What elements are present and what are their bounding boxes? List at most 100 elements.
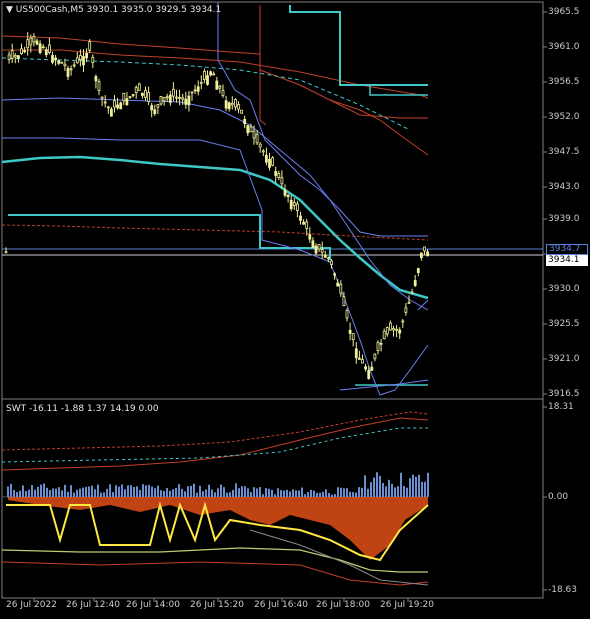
dropdown-arrow-icon[interactable]: ▼ [6, 5, 16, 15]
candle-body [392, 328, 395, 331]
candle-body [193, 89, 197, 92]
candle-body [215, 80, 219, 90]
candle-body [63, 63, 67, 67]
candle-body [230, 102, 234, 106]
time-axis-label: 26 Jul 14:00 [126, 600, 180, 610]
candle-body [116, 104, 119, 109]
candle-body [44, 49, 48, 55]
ask-price-tag: 3934.7 [546, 244, 588, 255]
candle-body [401, 320, 405, 323]
candle-body [122, 92, 126, 102]
time-axis-label: 26 Jul 19:20 [380, 600, 434, 610]
candle-body [144, 89, 147, 98]
blue-band-mid [1, 97, 429, 311]
candle-body [255, 133, 259, 144]
candle-body [13, 54, 17, 58]
red-step-line [259, 69, 428, 119]
candle-body [175, 96, 178, 99]
candle-body [364, 366, 368, 370]
candle-body [137, 83, 141, 91]
price-chart-canvas[interactable] [0, 0, 590, 619]
candle-body [354, 348, 358, 359]
candle-body [150, 105, 154, 111]
candle-body [190, 91, 194, 94]
candle-body [196, 86, 200, 92]
candle-body [79, 55, 82, 60]
indicator-axis-label: -18.63 [548, 585, 578, 595]
candle-body [82, 56, 85, 66]
time-axis-label: 26 Jul 15:20 [190, 600, 244, 610]
teal-lower-step [8, 214, 331, 260]
candle-body [162, 96, 166, 102]
candle-body [16, 55, 20, 59]
indicator-title: SWT -16.11 -1.88 1.37 14.19 0.00 [6, 404, 159, 414]
candle-body [54, 57, 57, 61]
candle-body [131, 93, 135, 96]
time-axis-label: 26 Jul 12:40 [66, 600, 120, 610]
candle-body [249, 126, 253, 133]
candle-body [292, 202, 296, 206]
candle-body [206, 75, 209, 85]
candle-body [184, 98, 188, 105]
price-axis-label: 3943.0 [548, 182, 580, 192]
indicator-axis-label: 0.00 [548, 492, 569, 502]
candle-body [113, 100, 116, 108]
candle-body [289, 199, 293, 210]
candle-body [258, 143, 262, 148]
candle-body [395, 328, 399, 331]
candle-body [41, 46, 45, 49]
candle-body [147, 92, 151, 102]
candle-body [153, 109, 157, 115]
candle-body [339, 283, 343, 294]
candle-body [370, 366, 374, 371]
candle-body [57, 60, 61, 64]
candle-body [376, 342, 380, 351]
price-axis-label: 3961.0 [548, 42, 580, 52]
candle-body [26, 39, 30, 49]
indicator-lower-red [1, 561, 429, 586]
candle-body [320, 249, 324, 253]
candle-body [35, 40, 39, 45]
candle-body [382, 330, 386, 340]
indicator-teal-dashed [1, 427, 428, 463]
price-axis-label: 3916.5 [548, 389, 580, 399]
price-axis-label: 3939.0 [548, 214, 580, 224]
candle-body [308, 234, 312, 240]
time-axis-label: 26 Jul 2022 [6, 600, 57, 610]
indicator-axis-label: 18.31 [548, 402, 574, 412]
candle-body [7, 54, 11, 60]
candle-body [178, 97, 182, 99]
candle-body [181, 97, 185, 100]
candle-body [125, 98, 129, 106]
candle-body [110, 108, 113, 117]
candle-body [311, 240, 315, 248]
candle-body [51, 55, 54, 63]
candle-body [10, 50, 14, 59]
price-axis-label: 3921.0 [548, 354, 580, 364]
time-axis-label: 26 Jul 16:40 [254, 600, 308, 610]
candle-body [252, 130, 256, 139]
blue-band-upper [217, 2, 428, 237]
candle-body [367, 370, 371, 379]
candle-body [134, 87, 138, 93]
candle-body [103, 101, 107, 104]
candle-body [302, 221, 306, 225]
candle-body [88, 41, 92, 51]
price-axis-label: 3947.5 [548, 147, 580, 157]
candle-body [218, 85, 222, 89]
candle-body [299, 215, 302, 221]
candle-body [333, 273, 337, 276]
candle-body [237, 104, 240, 110]
histogram-orange-area [8, 497, 428, 560]
teal-upper-step [289, 5, 428, 86]
candle-body [4, 251, 8, 254]
candle-body [246, 125, 250, 134]
candle-body [165, 96, 169, 99]
candle-body [379, 342, 383, 345]
candle-body [286, 194, 290, 198]
candle-body [271, 157, 275, 166]
candle-body [20, 48, 23, 54]
candle-body [168, 94, 172, 103]
candle-body [264, 154, 268, 163]
candle-body [357, 357, 361, 360]
